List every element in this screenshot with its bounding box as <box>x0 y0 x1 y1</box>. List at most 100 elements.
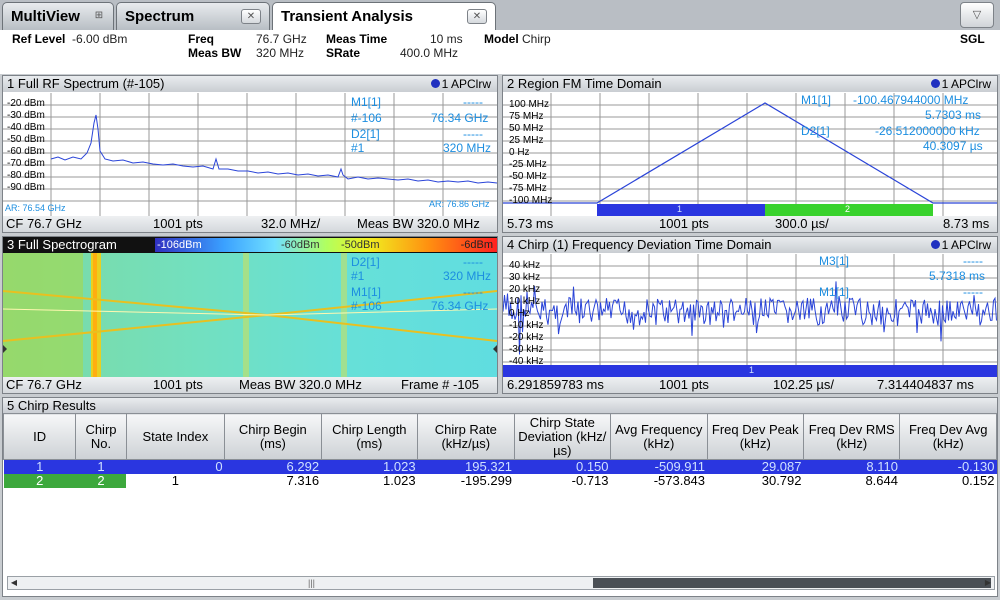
freq-value: 76.7 GHz <box>256 32 307 46</box>
marker-m3-label: M3[1] <box>819 254 850 268</box>
tab-multiview[interactable]: MultiView ⊞ <box>2 2 114 30</box>
panel-spectrogram[interactable]: 3 Full Spectrogram -106dBm -60dBm -50dBm… <box>2 236 498 394</box>
chevron-down-icon: ▽ <box>972 9 982 21</box>
marker-m3-value: ----- <box>963 254 983 268</box>
col-header[interactable]: Chirp Rate (kHz/µs) <box>417 413 515 460</box>
y-tick: -100 MHz <box>509 195 553 206</box>
scroll-left-icon[interactable]: ◀ <box>8 577 20 589</box>
meas-bw-label: Meas BW <box>188 46 242 60</box>
col-header[interactable]: Chirp No. <box>75 413 127 460</box>
freq-label: Freq <box>188 32 215 46</box>
col-header[interactable]: ID <box>2 413 77 460</box>
marker-m1-time: 5.7303 ms <box>925 108 982 122</box>
col-header[interactable]: Freq Dev Avg (kHz) <box>899 413 997 460</box>
spectrogram-svg <box>3 253 497 378</box>
col-header[interactable]: State Index <box>125 413 226 460</box>
freq-deviation-svg <box>503 254 997 378</box>
table-row[interactable]: 2 2 1 7.316 1.023 -195.299 -0.713 -573.8… <box>3 474 997 488</box>
ref-level: Ref Level -6.00 dBm <box>12 32 128 46</box>
grip-icon: ||| <box>308 578 316 588</box>
close-icon[interactable]: ✕ <box>467 9 487 24</box>
scroll-right-icon[interactable]: ▶ <box>982 577 994 589</box>
y-tick: 0 Hz <box>509 308 530 319</box>
tab-transient-analysis[interactable]: Transient Analysis ✕ <box>272 2 496 31</box>
marker-d2-value: ----- <box>463 127 483 141</box>
ar-right-label: AR: 76.86 GHz <box>429 199 490 209</box>
marker-m1-sub: #-106 <box>351 111 382 125</box>
chirp-results-panel: 5 Chirp Results ID Chirp No. State Index… <box>2 397 998 597</box>
tab-label: Spectrum <box>125 8 195 25</box>
marker-m1-label: M1[1] <box>351 285 382 299</box>
y-tick: -10 kHz <box>509 320 544 331</box>
color-scale-bar: -106dBm -60dBm -50dBm -6dBm <box>155 238 497 252</box>
trace-indicator: 1 APClrw <box>930 238 991 252</box>
y-tick: -50 dBm <box>7 134 45 145</box>
region-1-label: 1 <box>749 365 755 375</box>
y-tick: 30 kHz <box>509 272 541 283</box>
panel-title: 4 Chirp (1) Frequency Deviation Time Dom… <box>503 237 997 253</box>
sgl-indicator: SGL <box>960 32 985 46</box>
panel-fm-time-domain[interactable]: 2 Region FM Time Domain 1 APClrw 100 MHz… <box>502 75 998 233</box>
fm-time-plot[interactable]: 100 MHz 75 MHz 50 MHz 25 MHz 0 Hz -25 MH… <box>503 93 997 217</box>
table-row[interactable]: 1 1 0 6.292 1.023 195.321 0.150 -509.911… <box>3 459 997 474</box>
marker-d2-label: D2[1] <box>801 124 830 138</box>
panel-rf-spectrum[interactable]: 1 Full RF Spectrum (#-105) 1 APClrw -20 … <box>2 75 498 233</box>
col-header[interactable]: Chirp Begin (ms) <box>224 413 322 460</box>
marker-m3-time: 5.7318 ms <box>929 269 986 283</box>
ar-left-label: AR: 76.54 GHz <box>5 203 66 213</box>
close-icon[interactable]: ✕ <box>241 9 261 24</box>
y-tick: -40 dBm <box>7 122 45 133</box>
col-header[interactable]: Freq Dev RMS (kHz) <box>802 413 901 460</box>
marker-d2-span: 320 MHz <box>443 269 492 283</box>
panel-title: 1 Full RF Spectrum (#-105) 1 APClrw <box>3 76 497 92</box>
col-header[interactable]: Freq Dev Peak (kHz) <box>706 413 805 460</box>
horizontal-scrollbar[interactable]: ◀ ||| ▶ <box>7 576 995 590</box>
y-tick: -90 dBm <box>7 182 45 193</box>
col-header[interactable]: Chirp State Deviation (kHz/µs) <box>513 413 612 460</box>
region-2-label: 2 <box>845 204 851 214</box>
marker-m1-label: M1[1] <box>351 95 382 109</box>
marker-m1-value: ----- <box>463 95 483 109</box>
region-1-label: 1 <box>677 204 683 214</box>
spectrogram-plot[interactable]: D2[1] ----- #1 320 MHz M1[1] ----- #-106… <box>3 253 497 378</box>
y-tick: 25 MHz <box>509 135 544 146</box>
panel-title: 2 Region FM Time Domain 1 APClrw <box>503 76 997 92</box>
window-menu-button[interactable]: ▽ <box>960 2 994 28</box>
col-header[interactable]: Avg Frequency (kHz) <box>610 413 708 460</box>
marker-m1-value: ----- <box>463 285 483 299</box>
panel-footer: CF 76.7 GHz 1001 pts Meas BW 320.0 MHz F… <box>3 377 497 393</box>
panel-footer: CF 76.7 GHz 1001 pts 32.0 MHz/ Meas BW 3… <box>3 216 497 232</box>
table-header-row: ID Chirp No. State Index Chirp Begin (ms… <box>2 413 997 460</box>
y-tick: 75 MHz <box>509 111 544 122</box>
marker-d2-label: D2[1] <box>351 127 380 141</box>
measurement-info-bar: Ref Level -6.00 dBm Freq 76.7 GHz Meas B… <box>0 30 1000 74</box>
y-tick: -80 dBm <box>7 170 45 181</box>
y-tick: -25 MHz <box>509 159 547 170</box>
y-tick: -30 kHz <box>509 344 544 355</box>
marker-m1-freq: 76.34 GHz <box>431 299 489 313</box>
fm-time-svg <box>503 93 997 217</box>
marker-m1-label: M1[1] <box>801 93 832 107</box>
trace-dot-icon <box>430 79 440 88</box>
y-tick: 40 kHz <box>509 260 541 271</box>
marker-m1-sub: #-106 <box>351 299 382 313</box>
freq-deviation-plot[interactable]: 40 kHz 30 kHz 20 kHz 10 kHz 0 Hz -10 kHz… <box>503 254 997 378</box>
y-tick: -20 dBm <box>7 98 45 109</box>
srate-value: 400.0 MHz <box>400 46 459 60</box>
rf-spectrum-plot[interactable]: -20 dBm -30 dBm -40 dBm -50 dBm -60 dBm … <box>3 93 497 217</box>
tab-spectrum[interactable]: Spectrum ✕ <box>116 2 270 30</box>
srate-label: SRate <box>326 46 361 60</box>
col-header[interactable]: Chirp Length (ms) <box>320 413 419 460</box>
chirp-results-table: ID Chirp No. State Index Chirp Begin (ms… <box>2 413 997 488</box>
tab-label: MultiView <box>11 8 80 25</box>
scale-min: -106dBm <box>157 239 202 251</box>
y-tick: -30 dBm <box>7 110 45 121</box>
grid-icon[interactable]: ⊞ <box>91 9 107 24</box>
panel-freq-deviation[interactable]: 4 Chirp (1) Frequency Deviation Time Dom… <box>502 236 998 394</box>
scale-mid1: -60dBm <box>281 239 320 251</box>
tab-bar: MultiView ⊞ Spectrum ✕ Transient Analysi… <box>0 0 1000 31</box>
marker-d2-sub: #1 <box>351 269 365 283</box>
trace-dot-icon <box>930 240 940 249</box>
marker-d2-sub: #1 <box>351 141 365 155</box>
scroll-thumb[interactable] <box>593 578 991 588</box>
